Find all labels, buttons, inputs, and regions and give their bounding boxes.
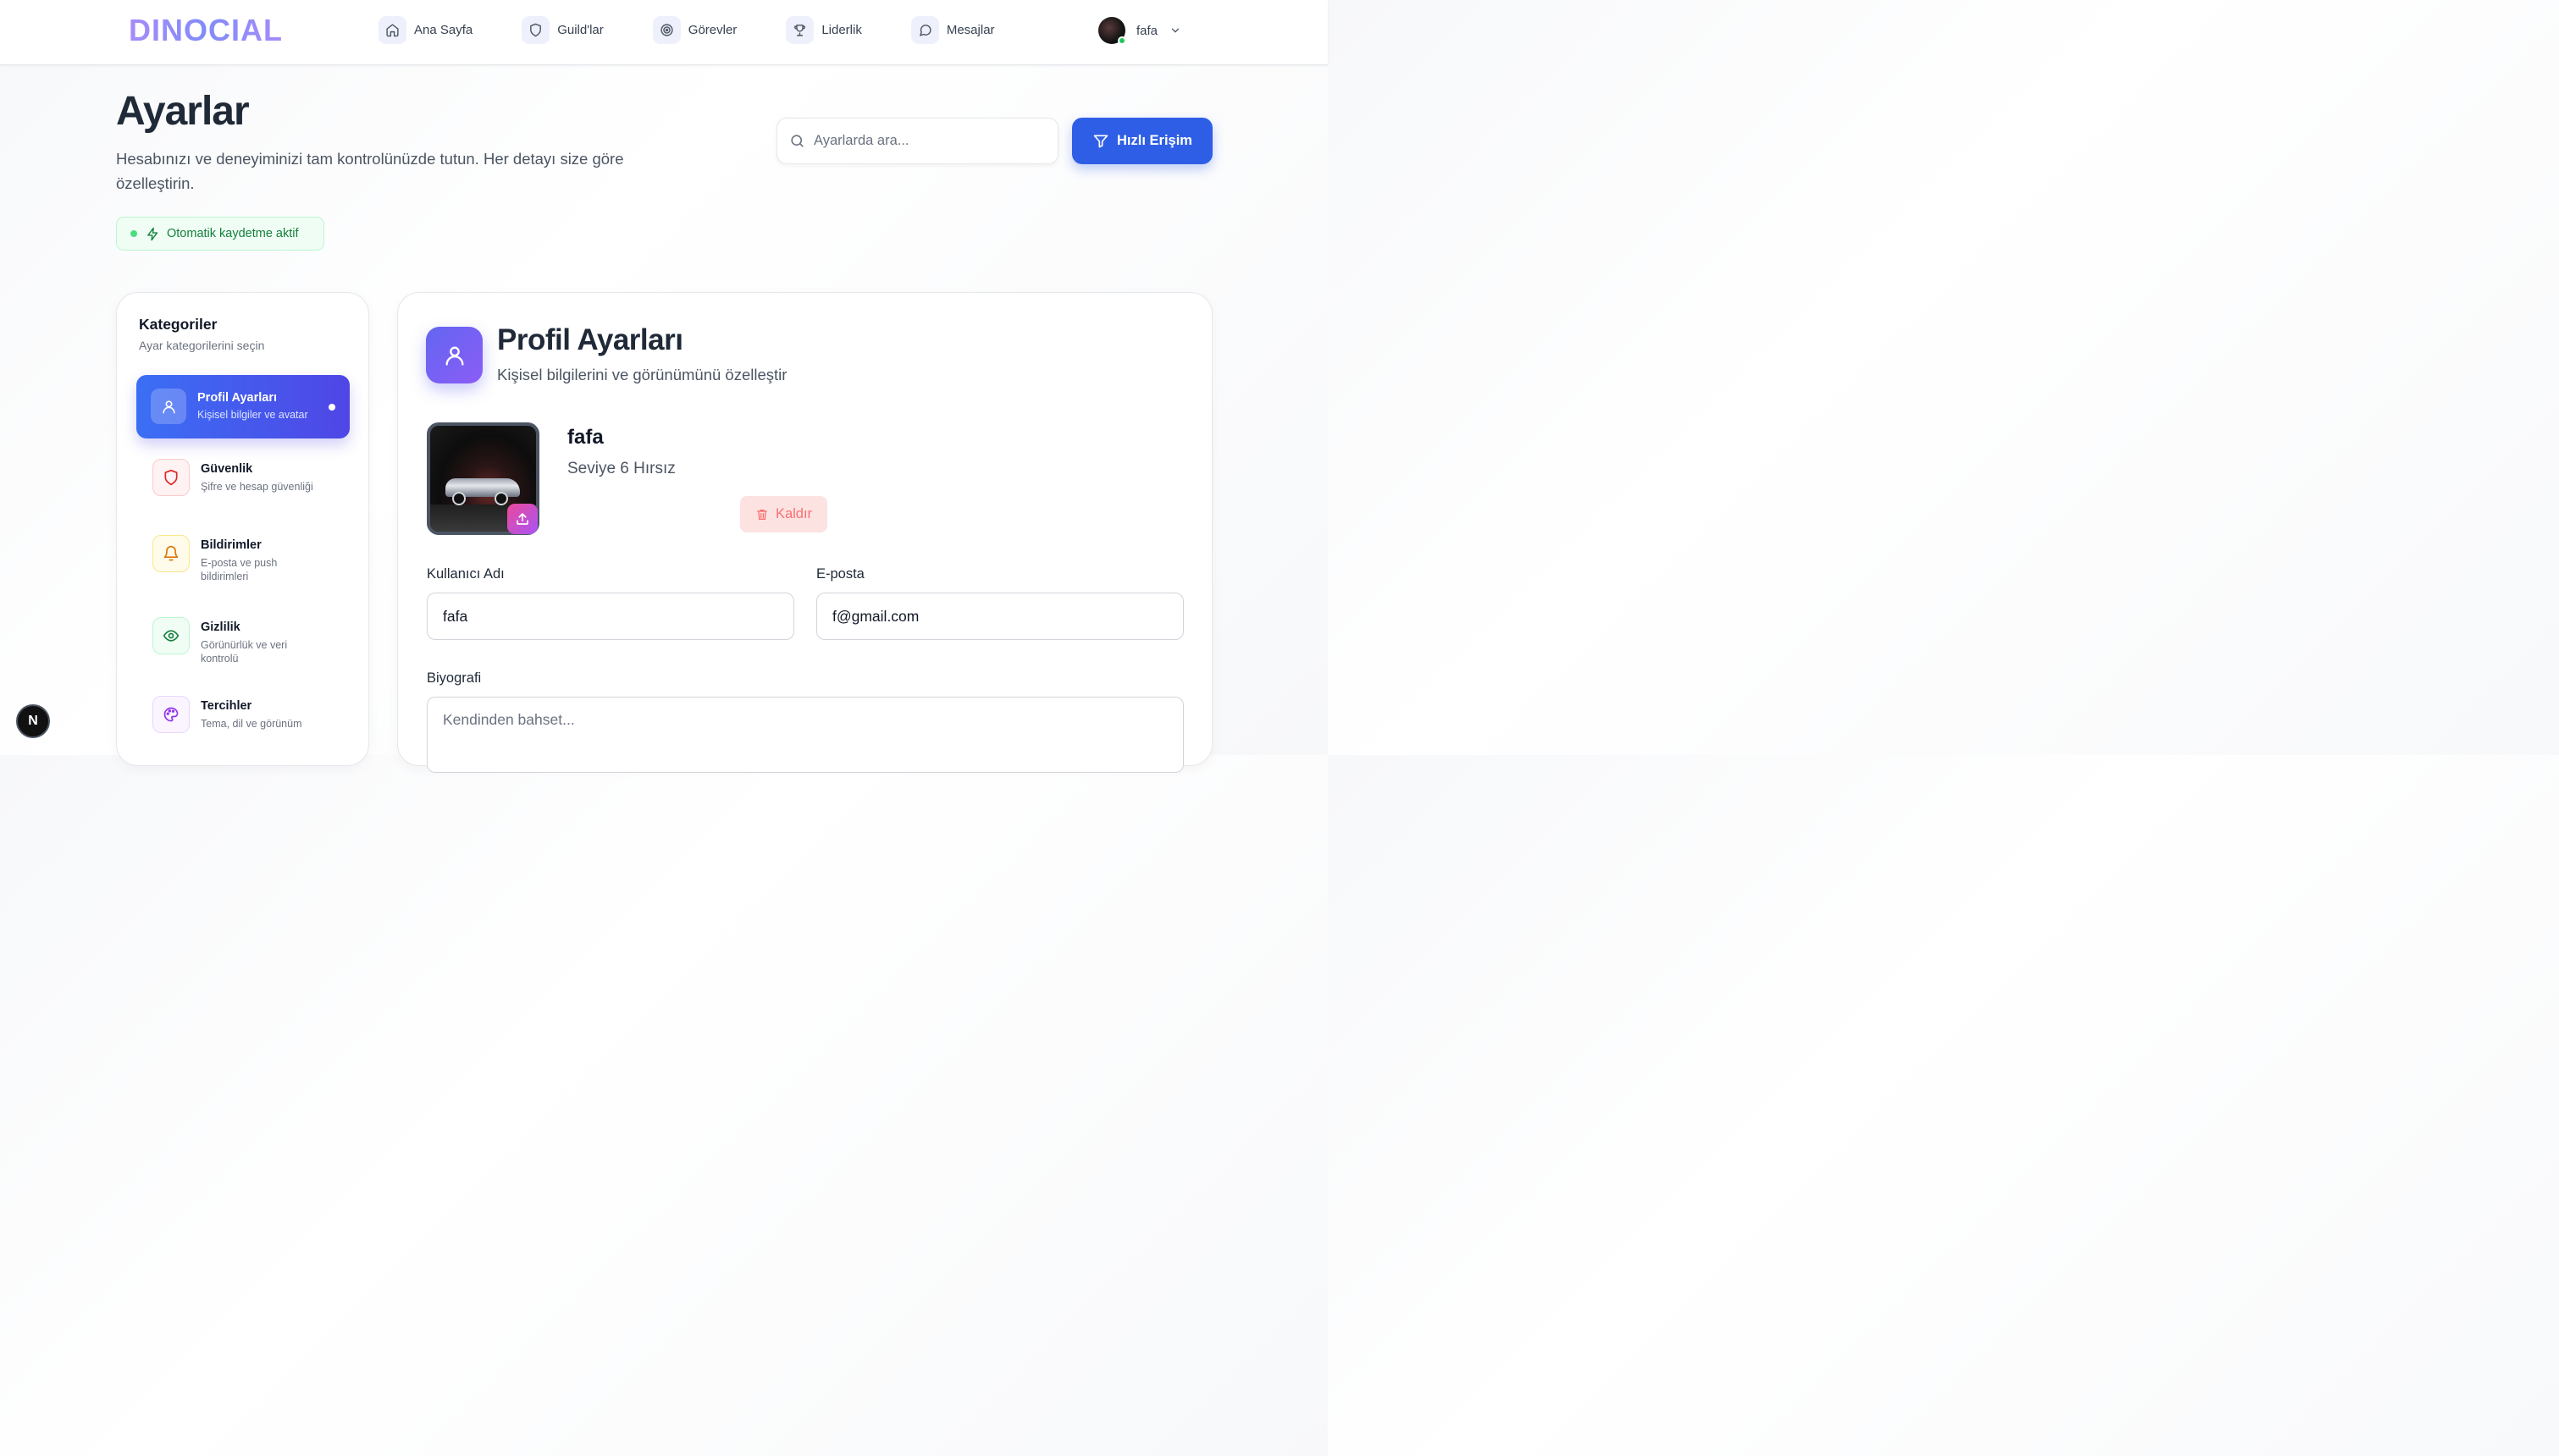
nav-item-home[interactable]: Ana Sayfa (379, 16, 473, 44)
settings-search[interactable] (777, 118, 1058, 164)
nav-item-messages[interactable]: Mesajlar (910, 16, 995, 44)
sidebar-title: Kategoriler (139, 316, 218, 333)
profile-level: Seviye 6 Hırsız (567, 460, 676, 477)
user-name: fafa (1136, 23, 1158, 38)
page-title: Ayarlar (116, 89, 250, 134)
online-status-dot (1118, 36, 1126, 45)
home-icon (379, 16, 406, 44)
shield-icon (152, 459, 190, 496)
page-description: Hesabınızı ve deneyiminizi tam kontrolün… (116, 150, 624, 192)
trash-icon (756, 509, 767, 520)
upload-icon (517, 513, 528, 525)
avatar-image-wheel (452, 492, 466, 505)
shield-icon (522, 16, 550, 44)
nav-label-quests: Görevler (688, 23, 738, 37)
sidebar-item-label: Bildirimler (201, 538, 262, 552)
nav-label-home: Ana Sayfa (414, 23, 473, 37)
username-field[interactable] (427, 593, 794, 640)
nav-label-messages: Mesajlar (946, 23, 995, 37)
remove-avatar-button[interactable]: Kaldır (740, 496, 827, 532)
user-icon (426, 327, 483, 383)
sidebar-item-desc: E-posta ve push bildirimleri (201, 557, 278, 582)
search-input[interactable] (814, 133, 1034, 149)
sidebar-item-label: Güvenlik (201, 462, 253, 476)
status-dot (130, 230, 137, 237)
panel-title: Profil Ayarları (497, 323, 683, 356)
email-field[interactable] (816, 593, 1184, 640)
sidebar-item-profile[interactable]: Profil Ayarları Kişisel bilgiler ve avat… (136, 375, 350, 438)
user-menu[interactable]: fafa (1098, 17, 1181, 45)
active-indicator (329, 404, 335, 411)
nav-item-leaderboard[interactable]: Liderlik (786, 16, 862, 44)
app-logo[interactable]: DINOCIAL (129, 14, 283, 47)
panel-subtitle: Kişisel bilgilerini ve görünümünü özelle… (497, 366, 788, 383)
autosave-text: Otomatik kaydetme aktif (167, 227, 299, 240)
sidebar-item-privacy[interactable]: Gizlilik Görünürlük ve veri kontrolü (136, 617, 350, 676)
nav-item-quests[interactable]: Görevler (652, 16, 738, 44)
sidebar-item-notifications[interactable]: Bildirimler E-posta ve push bildirimleri (136, 535, 350, 594)
sidebar-subtitle: Ayar kategorilerini seçin (139, 339, 265, 352)
target-icon (652, 16, 681, 44)
eye-icon (152, 617, 190, 654)
sidebar-item-label: Gizlilik (201, 620, 240, 634)
nav-label-leaderboard: Liderlik (821, 23, 862, 37)
sidebar-item-label: Tercihler (201, 699, 252, 713)
remove-label: Kaldır (775, 506, 813, 521)
profile-settings-panel: Profil Ayarları Kişisel bilgilerini ve g… (397, 292, 1213, 773)
bio-label: Biyografi (427, 670, 482, 686)
sidebar-item-label: Profil Ayarları (197, 391, 278, 405)
sidebar-item-preferences[interactable]: Tercihler Tema, dil ve görünüm (136, 696, 350, 747)
nav-label-guilds: Guild'lar (557, 23, 604, 37)
autosave-badge: Otomatik kaydetme aktif (116, 217, 324, 251)
avatar-image-wheel (495, 492, 508, 505)
user-icon (151, 389, 186, 424)
bell-icon (152, 535, 190, 572)
quick-access-label: Hızlı Erişim (1117, 133, 1192, 148)
quick-access-button[interactable]: Hızlı Erişim (1072, 118, 1213, 164)
nav-item-guilds[interactable]: Guild'lar (522, 16, 604, 44)
avatar[interactable] (1098, 17, 1126, 45)
top-navbar: DINOCIAL Ana Sayfa Guild'lar Görevler Li… (0, 0, 1328, 65)
lightning-icon (147, 227, 158, 240)
trophy-icon (786, 16, 815, 44)
palette-icon (152, 696, 190, 733)
upload-avatar-button[interactable] (507, 504, 538, 534)
dev-tools-badge[interactable]: N (16, 704, 50, 738)
categories-sidebar: Kategoriler Ayar kategorilerini seçin Pr… (116, 292, 369, 766)
sidebar-item-desc: Şifre ve hesap güvenliği (201, 481, 313, 493)
email-label: E-posta (816, 566, 865, 582)
chevron-down-icon[interactable] (1169, 25, 1181, 36)
username-label: Kullanıcı Adı (427, 566, 505, 582)
message-icon (910, 16, 939, 44)
filter-icon (1093, 135, 1108, 147)
sidebar-item-desc: Kişisel bilgiler ve avatar (197, 409, 308, 421)
bio-field[interactable] (427, 697, 1184, 773)
main-nav: Ana Sayfa Guild'lar Görevler Liderlik Me… (379, 16, 1044, 44)
sidebar-item-security[interactable]: Güvenlik Şifre ve hesap güvenliği (136, 459, 350, 510)
profile-name: fafa (567, 426, 604, 449)
search-icon (791, 135, 804, 147)
sidebar-item-desc: Tema, dil ve görünüm (201, 718, 302, 730)
sidebar-item-desc: Görünürlük ve veri kontrolü (201, 639, 288, 665)
